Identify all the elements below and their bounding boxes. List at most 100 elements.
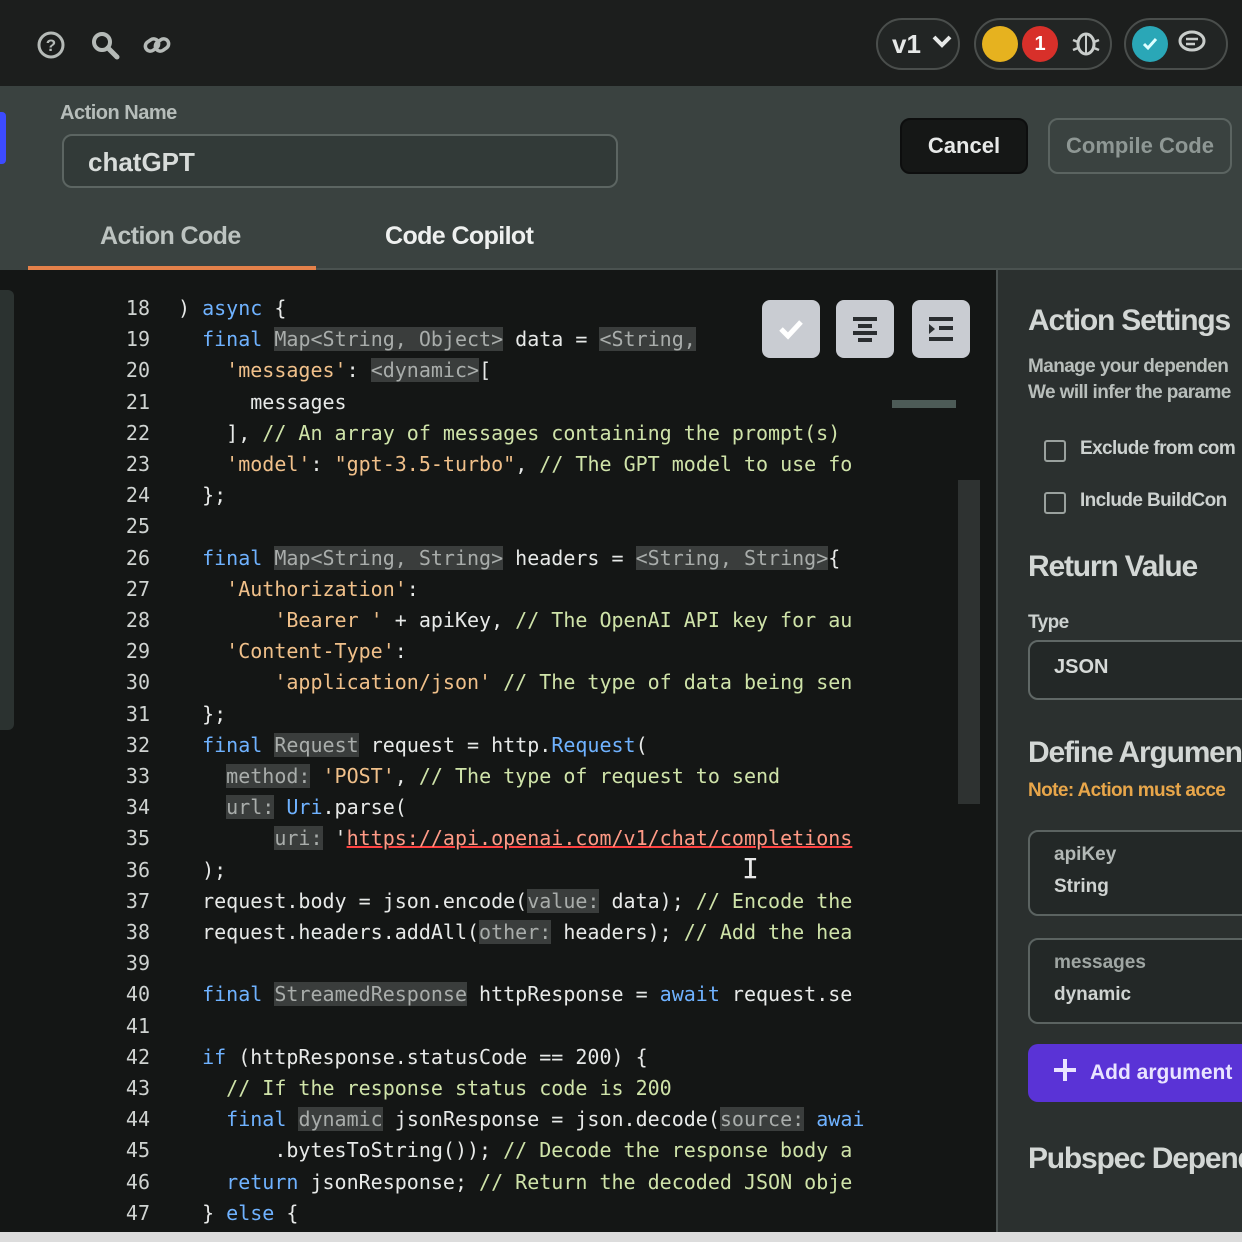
tab-action-code[interactable]: Action Code <box>100 222 241 251</box>
code-line[interactable]: 'model': "gpt-3.5-turbo", // The GPT mod… <box>178 452 888 476</box>
text-cursor-icon: I <box>742 852 759 885</box>
bug-icon <box>1070 26 1102 63</box>
return-type-select[interactable]: JSON <box>1028 640 1242 700</box>
action-name-input[interactable]: chatGPT <box>62 134 618 188</box>
format-code-button[interactable] <box>836 300 894 358</box>
arguments-note: Note: Action must acce <box>1028 780 1226 801</box>
minimap[interactable] <box>892 400 956 408</box>
line-number: 44 <box>125 1107 150 1131</box>
exclude-label: Exclude from com <box>1080 438 1236 459</box>
include-label: Include BuildCon <box>1080 490 1227 511</box>
line-number: 35 <box>125 826 150 850</box>
action-settings-title: Action Settings <box>1028 304 1231 337</box>
line-number: 29 <box>125 639 150 663</box>
code-line[interactable]: request.headers.addAll(other: headers); … <box>178 920 888 944</box>
left-rail <box>0 290 14 730</box>
sidebar-active-indicator <box>0 112 6 164</box>
version-label: v1 <box>892 28 921 59</box>
line-number: 28 <box>125 608 150 632</box>
settings-description-line2: We will infer the parame <box>1028 382 1231 403</box>
line-number: 41 <box>125 1014 150 1038</box>
code-line[interactable]: if (httpResponse.statusCode == 200) { <box>178 1045 888 1069</box>
line-number: 38 <box>125 920 150 944</box>
code-line[interactable]: .bytesToString()); // Decode the respons… <box>178 1138 888 1162</box>
define-arguments-title: Define Argumen <box>1028 736 1242 769</box>
line-number: 43 <box>125 1076 150 1100</box>
search-icon[interactable] <box>88 28 122 62</box>
exclude-checkbox[interactable] <box>1044 440 1066 462</box>
line-number: 37 <box>125 889 150 913</box>
code-line[interactable]: 'Content-Type': <box>178 639 888 663</box>
collab-pill[interactable] <box>1124 18 1228 70</box>
line-number: 36 <box>125 858 150 882</box>
tab-code-copilot[interactable]: Code Copilot <box>385 222 534 251</box>
help-icon[interactable]: ? <box>34 28 68 62</box>
line-number: 20 <box>125 358 150 382</box>
check-status-icon <box>1132 26 1168 62</box>
line-number: 31 <box>125 702 150 726</box>
include-buildcontext-checkbox[interactable] <box>1044 492 1066 514</box>
line-number: 40 <box>125 982 150 1006</box>
line-number: 27 <box>125 577 150 601</box>
code-line[interactable]: request.body = json.encode(value: data);… <box>178 889 888 913</box>
code-line[interactable]: }; <box>178 483 888 507</box>
code-line[interactable]: final StreamedResponse httpResponse = aw… <box>178 982 888 1006</box>
chevron-down-icon <box>929 28 955 61</box>
code-line[interactable]: ); <box>178 858 888 882</box>
type-label: Type <box>1028 612 1069 633</box>
line-number: 21 <box>125 390 150 414</box>
line-number: 42 <box>125 1045 150 1069</box>
pubspec-dependencies-title: Pubspec Depend <box>1028 1142 1242 1175</box>
line-number: 18 <box>125 296 150 320</box>
action-name-label: Action Name <box>60 102 177 124</box>
line-number: 34 <box>125 795 150 819</box>
argument-type: String <box>1054 876 1109 897</box>
argument-card[interactable]: messages dynamic <box>1028 938 1242 1024</box>
code-line[interactable]: url: Uri.parse( <box>178 795 888 819</box>
line-number: 45 <box>125 1138 150 1162</box>
code-line[interactable]: ], // An array of messages containing th… <box>178 421 888 445</box>
line-number: 30 <box>125 670 150 694</box>
editor-scrollbar[interactable] <box>958 480 980 804</box>
line-number: 47 <box>125 1201 150 1225</box>
accept-check-button[interactable] <box>762 300 820 358</box>
chat-icon <box>1176 26 1208 63</box>
code-line[interactable]: }; <box>178 702 888 726</box>
status-pill[interactable]: 1 <box>974 18 1112 70</box>
line-number: 33 <box>125 764 150 788</box>
error-count-badge: 1 <box>1022 26 1058 62</box>
code-line[interactable]: final dynamic jsonResponse = json.decode… <box>178 1107 888 1131</box>
plus-icon <box>1052 1057 1078 1089</box>
settings-description-line1: Manage your dependen <box>1028 356 1229 377</box>
version-selector[interactable]: v1 <box>876 18 960 70</box>
line-number: 19 <box>125 327 150 351</box>
code-line[interactable]: method: 'POST', // The type of request t… <box>178 764 888 788</box>
code-line[interactable]: final Request request = http.Request( <box>178 733 888 757</box>
code-line[interactable]: 'application/json' // The type of data b… <box>178 670 888 694</box>
indent-code-button[interactable] <box>912 300 970 358</box>
code-line[interactable]: messages <box>178 390 888 414</box>
argument-type: dynamic <box>1054 984 1132 1005</box>
code-line[interactable]: final Map<String, String> headers = <Str… <box>178 546 888 570</box>
code-line[interactable]: return jsonResponse; // Return the decod… <box>178 1170 888 1194</box>
line-number: 26 <box>125 546 150 570</box>
add-argument-button[interactable]: Add argument <box>1028 1044 1242 1102</box>
return-value-title: Return Value <box>1028 550 1198 583</box>
screen-bezel <box>0 1232 1242 1242</box>
warning-status-dot <box>982 26 1018 62</box>
line-number: 23 <box>125 452 150 476</box>
argument-name: messages <box>1054 952 1146 973</box>
code-line[interactable]: uri: 'https://api.openai.com/v1/chat/com… <box>178 826 888 850</box>
code-line[interactable]: // If the response status code is 200 <box>178 1076 888 1100</box>
add-argument-label: Add argument <box>1090 1061 1233 1084</box>
argument-card[interactable]: apiKey String <box>1028 830 1242 916</box>
code-line[interactable]: 'messages': <dynamic>[ <box>178 358 888 382</box>
code-line[interactable]: } else { <box>178 1201 888 1225</box>
cancel-button[interactable]: Cancel <box>900 118 1028 174</box>
argument-name: apiKey <box>1054 844 1117 865</box>
link-icon[interactable] <box>140 28 174 62</box>
line-number: 39 <box>125 951 150 975</box>
compile-code-button[interactable]: Compile Code <box>1048 118 1232 174</box>
code-line[interactable]: 'Authorization': <box>178 577 888 601</box>
code-line[interactable]: 'Bearer ' + apiKey, // The OpenAI API ke… <box>178 608 888 632</box>
